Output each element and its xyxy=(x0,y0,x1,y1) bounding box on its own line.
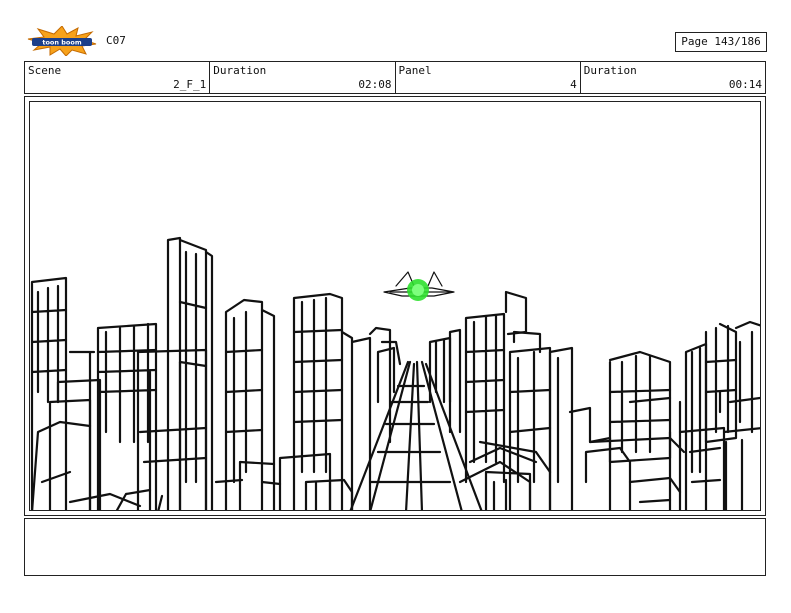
panel-notes-area xyxy=(24,518,766,576)
svg-text:toon boom: toon boom xyxy=(42,39,82,47)
panel-value: 4 xyxy=(570,78,577,91)
duration-value: 02:08 xyxy=(358,78,392,91)
storyboard-panel xyxy=(24,96,766,516)
panel-duration-value: 00:14 xyxy=(728,78,762,91)
duration-label: Duration xyxy=(213,64,267,77)
ship-core xyxy=(412,284,424,296)
city-sketch xyxy=(30,236,760,510)
page-indicator: Page 143/186 xyxy=(675,32,767,52)
info-row: Scene 2_F_1 Duration 02:08 Panel 4 Durat… xyxy=(24,61,766,94)
duration-cell: Duration 02:08 xyxy=(210,62,396,93)
panel-cell: Panel 4 xyxy=(396,62,581,93)
panel-duration-label: Duration xyxy=(583,64,637,77)
scene-value: 2_F_1 xyxy=(173,78,207,91)
scene-code: C07 xyxy=(106,34,126,47)
panel-duration-cell: Duration 00:14 xyxy=(581,62,765,93)
panel-drawing-area xyxy=(29,101,761,511)
scene-cell: Scene 2_F_1 xyxy=(25,62,211,93)
panel-label: Panel xyxy=(398,64,432,77)
scene-label: Scene xyxy=(28,64,62,77)
toon-boom-logo: toon boom xyxy=(26,25,98,57)
